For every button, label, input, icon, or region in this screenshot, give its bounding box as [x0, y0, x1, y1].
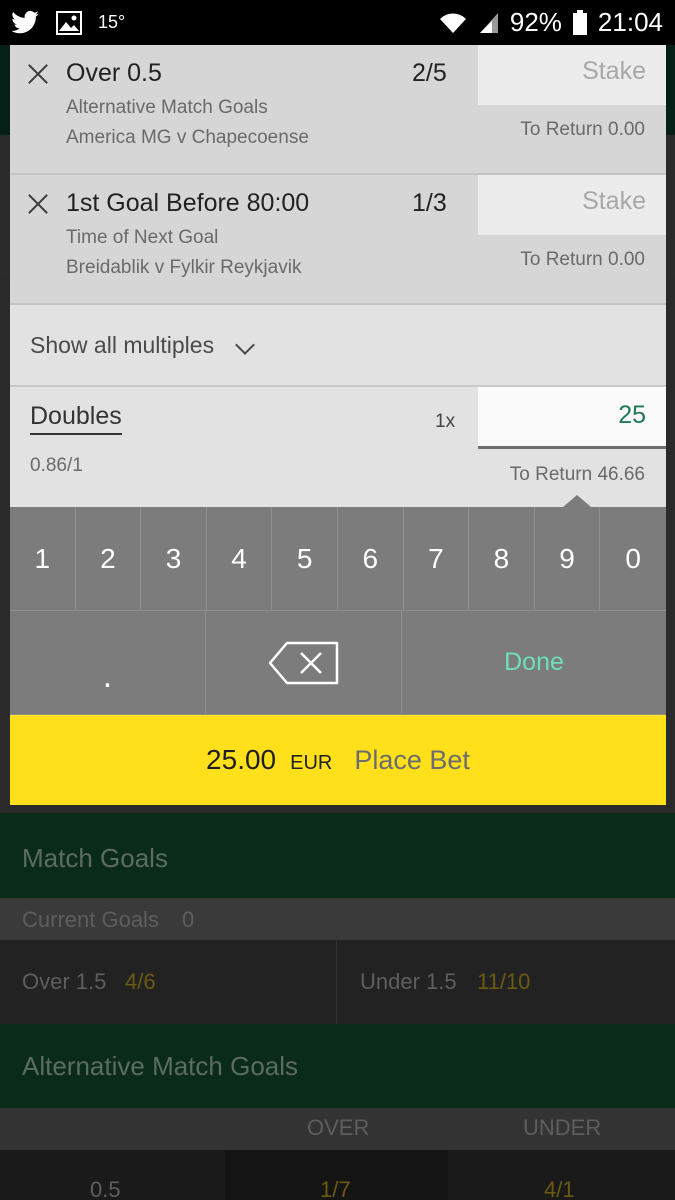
under-odds[interactable]: 11/10: [477, 969, 530, 995]
place-bet-amount: 25.00: [206, 744, 277, 775]
row-over-odds[interactable]: 1/7: [320, 1177, 351, 1200]
stake-input[interactable]: Stake: [478, 45, 666, 105]
stake-input[interactable]: Stake: [478, 175, 666, 235]
row-line: 0.5: [90, 1177, 121, 1200]
doubles-odds: 0.86/1: [30, 455, 83, 476]
battery-icon: [572, 9, 587, 35]
divider: [336, 940, 337, 1024]
over-odds[interactable]: 4/6: [125, 969, 156, 995]
keypad-bottom-row: . Done: [10, 611, 666, 715]
key-6[interactable]: 6: [337, 507, 404, 611]
place-bet-label: Place Bet: [354, 744, 470, 775]
doubles-to-return: To Return 46.66: [509, 464, 645, 485]
stake-placeholder: Stake: [582, 187, 646, 215]
doubles-row: Doubles 1x 25 0.86/1 To Return 46.66: [10, 387, 666, 507]
key-8[interactable]: 8: [469, 507, 535, 611]
key-1[interactable]: 1: [10, 507, 76, 611]
to-return: To Return 0.00: [520, 119, 645, 140]
show-all-multiples-label: Show all multiples: [30, 332, 215, 358]
selection-odds: 1/3: [412, 189, 447, 217]
battery-percent: 92%: [509, 7, 562, 37]
current-goals-label: Current Goals: [22, 907, 159, 932]
key-4[interactable]: 4: [206, 507, 273, 611]
keypad-digit-row: 1 2 3 4 5 6 7 8 9 0: [10, 507, 666, 611]
key-7[interactable]: 7: [403, 507, 470, 611]
key-5[interactable]: 5: [272, 507, 338, 611]
doubles-title[interactable]: Doubles: [30, 402, 122, 435]
numeric-keypad: 1 2 3 4 5 6 7 8 9 0 . Done: [10, 507, 666, 715]
close-icon[interactable]: [27, 193, 49, 215]
alt-match-goals-title: Alternative Match Goals: [22, 1051, 299, 1081]
selection-market: Time of Next Goal: [66, 227, 219, 248]
to-return: To Return 0.00: [520, 249, 645, 270]
show-all-multiples-button[interactable]: Show all multiples: [10, 305, 666, 387]
twitter-icon: [11, 10, 39, 33]
selection-name: Over 0.5: [66, 59, 162, 87]
doubles-stake-value: 25: [618, 401, 646, 429]
row-under-odds[interactable]: 4/1: [544, 1177, 575, 1200]
place-bet-button[interactable]: 25.00 EUR Place Bet: [10, 715, 666, 805]
clock: 21:04: [597, 7, 663, 37]
selection-odds: 2/5: [412, 59, 447, 87]
backspace-icon: [268, 641, 338, 684]
current-goals-value: 0: [182, 907, 195, 932]
close-icon[interactable]: [27, 63, 49, 85]
doubles-multiplier: 1x: [435, 411, 456, 432]
temperature: 15°: [98, 12, 126, 32]
selection-match: Breidablik v Fylkir Reykjavik: [66, 257, 302, 278]
key-dot[interactable]: .: [10, 611, 206, 715]
match-goals-title: Match Goals: [22, 843, 168, 873]
col-under: UNDER: [523, 1115, 602, 1140]
selection-market: Alternative Match Goals: [66, 97, 268, 118]
doubles-stake-input[interactable]: 25: [478, 387, 666, 449]
under-label[interactable]: Under 1.5: [360, 969, 457, 995]
key-0[interactable]: 0: [600, 507, 666, 611]
selection-match: America MG v Chapecoense: [66, 127, 309, 148]
wifi-icon: [439, 12, 466, 33]
image-icon: [56, 10, 82, 35]
done-button[interactable]: Done: [402, 611, 666, 715]
signal-icon: [479, 12, 498, 33]
keypad-pointer: [563, 495, 591, 507]
selection-row: Over 0.5 2/5 Alternative Match Goals Ame…: [10, 45, 666, 175]
place-bet-currency: EUR: [290, 751, 333, 774]
status-bar: 15° 92% 21:04: [0, 0, 675, 45]
selection-name: 1st Goal Before 80:00: [66, 189, 310, 217]
key-3[interactable]: 3: [141, 507, 207, 611]
key-9[interactable]: 9: [534, 507, 601, 611]
over-label[interactable]: Over 1.5: [22, 969, 106, 995]
bet-slip: Over 0.5 2/5 Alternative Match Goals Ame…: [10, 45, 666, 805]
key-2[interactable]: 2: [75, 507, 142, 611]
chevron-down-icon: [235, 335, 255, 355]
stake-placeholder: Stake: [582, 57, 646, 85]
col-over: OVER: [307, 1115, 370, 1140]
selection-row: 1st Goal Before 80:00 1/3 Time of Next G…: [10, 175, 666, 305]
backspace-button[interactable]: [206, 611, 402, 715]
